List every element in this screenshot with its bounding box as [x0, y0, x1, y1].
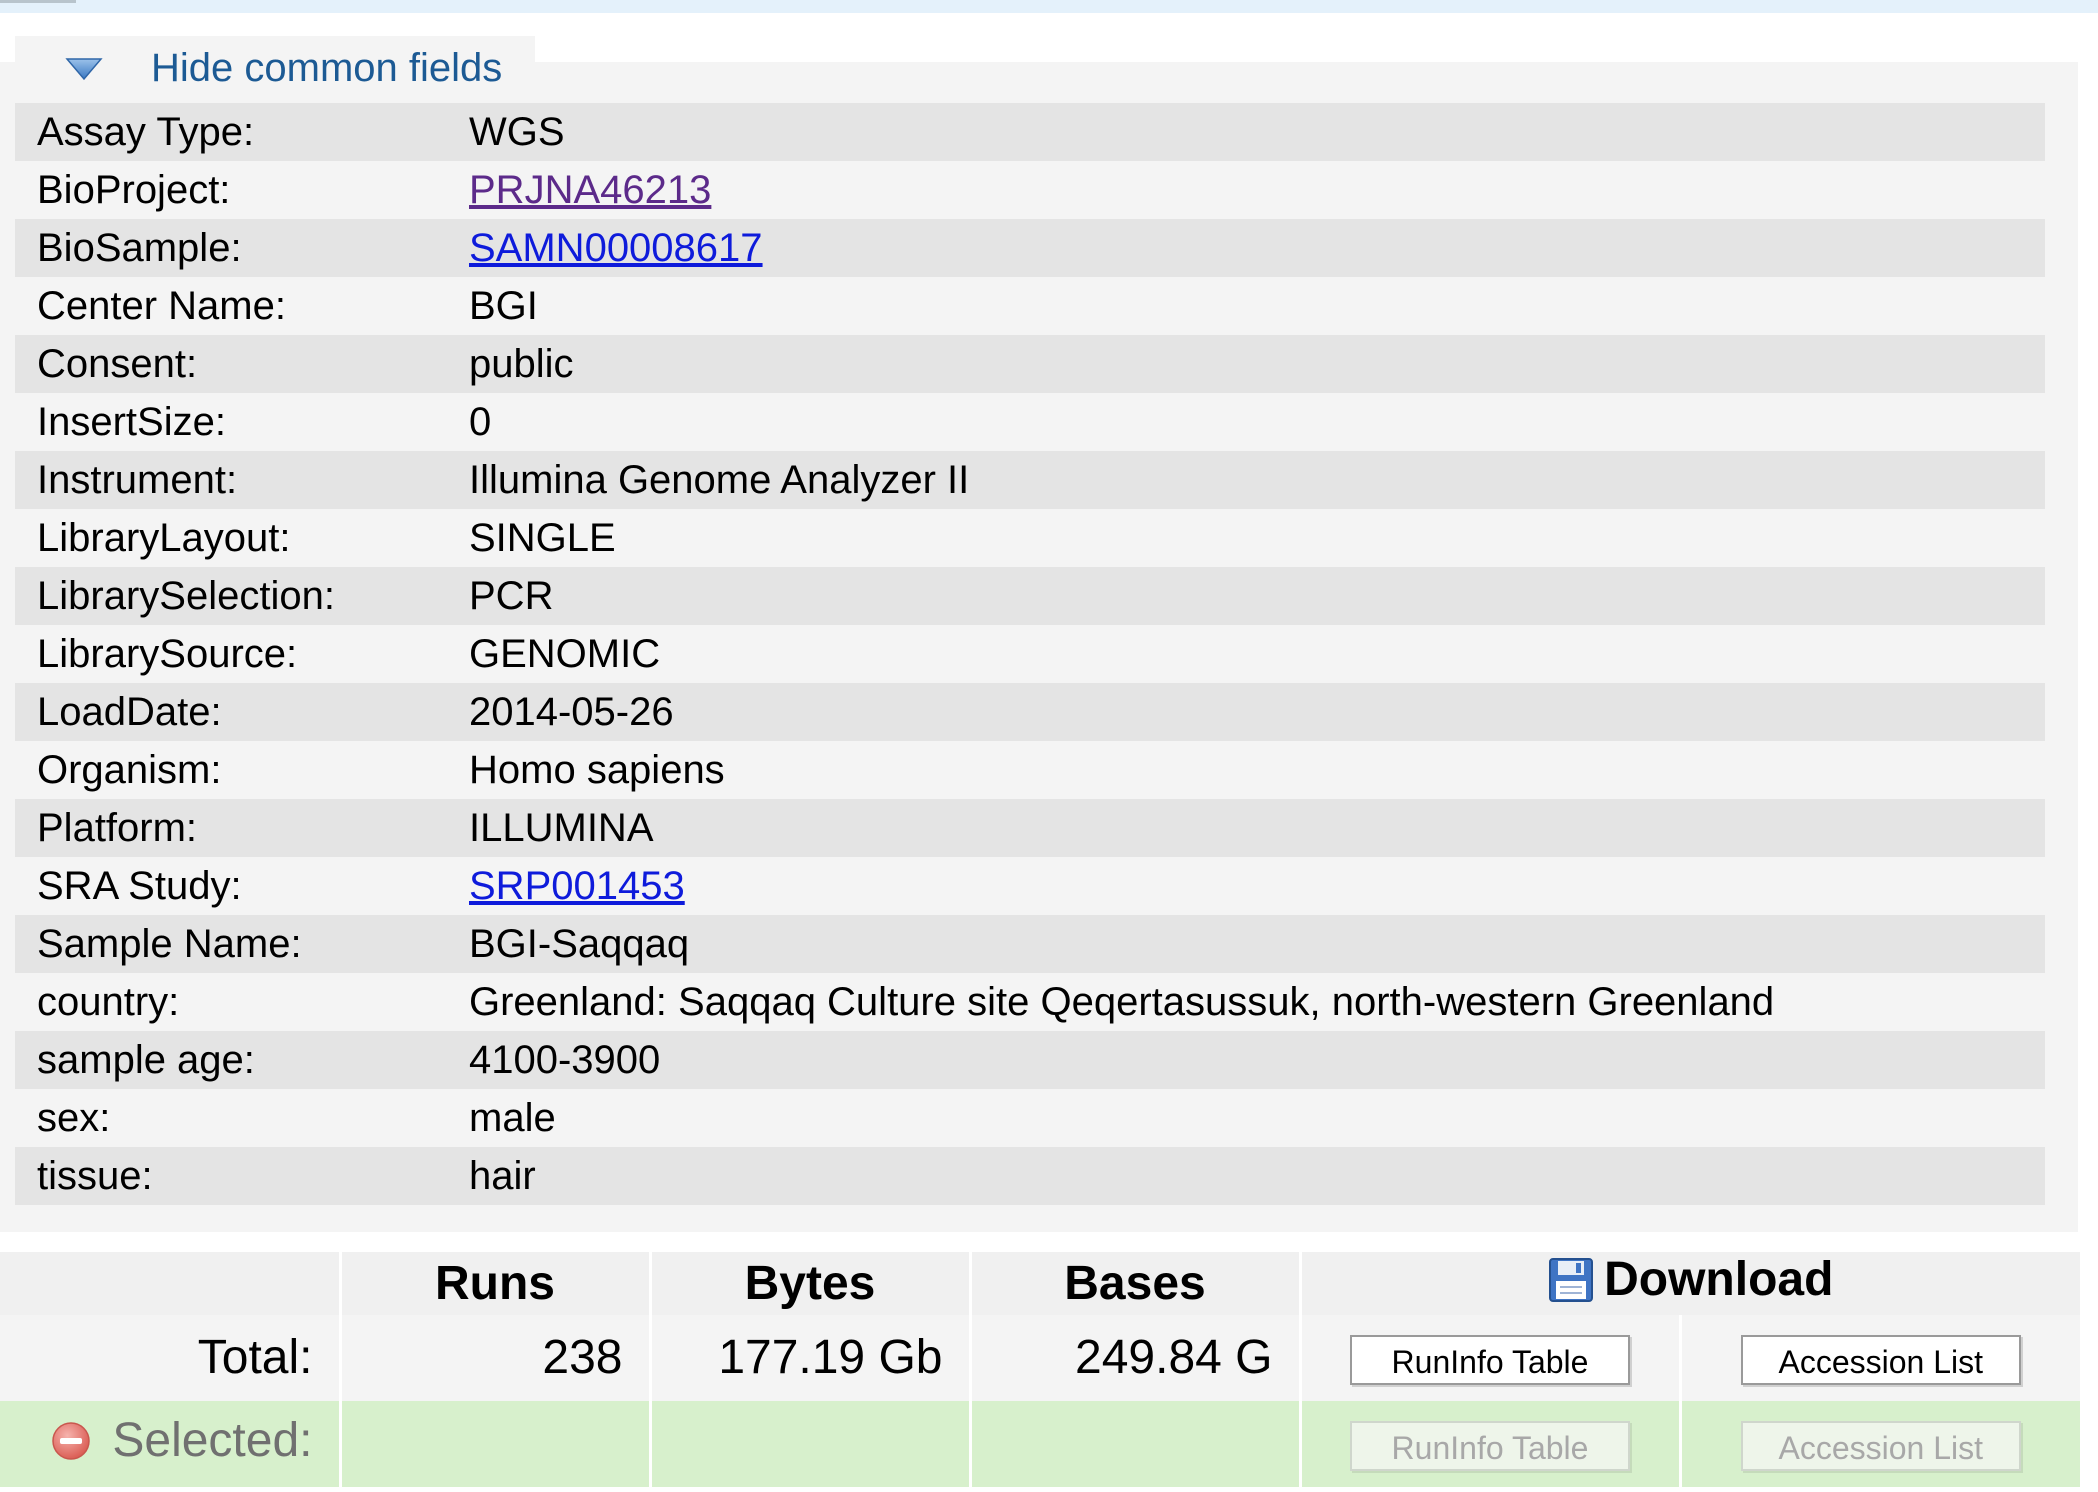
common-fields-table: Assay Type: WGS BioProject: PRJNA46213 BioSa… [15, 103, 2045, 1205]
field-label: sample age: [37, 1038, 255, 1082]
selected-accession-cell: Accession List [1678, 1400, 2080, 1487]
summary-header-row: Runs Bytes Bases Download [0, 1252, 2080, 1315]
field-value-cell: SAMN00008617 [469, 228, 763, 268]
field-value: BGI [469, 284, 538, 328]
field-row: Platform: ILLUMINA [15, 799, 2045, 857]
runs-header: Runs [338, 1252, 650, 1315]
summary-header-blank [0, 1252, 340, 1315]
field-label: LoadDate: [37, 690, 222, 734]
field-row: Assay Type: WGS [15, 103, 2045, 161]
field-value: PCR [469, 574, 554, 618]
download-header-label: Download [1604, 1253, 1834, 1306]
field-row: LoadDate: 2014-05-26 [15, 683, 2045, 741]
field-value-link[interactable]: SAMN00008617 [469, 226, 763, 270]
field-value: hair [469, 1154, 536, 1198]
total-accession-list-button[interactable]: Accession List [1740, 1335, 2021, 1385]
field-label: SRA Study: [37, 864, 242, 908]
total-runs: 238 [338, 1314, 650, 1401]
selected-label-cell: Selected: [0, 1401, 340, 1487]
total-label: Total: [197, 1331, 313, 1384]
field-value: BGI-Saqqaq [469, 922, 690, 966]
field-label: LibrarySource: [37, 632, 298, 676]
selected-runs [338, 1400, 650, 1487]
top-strip [0, 0, 2098, 13]
field-value: ILLUMINA [469, 806, 654, 850]
field-row: Instrument: Illumina Genome Analyzer II [15, 451, 2045, 509]
selected-accession-list-button[interactable]: Accession List [1740, 1421, 2021, 1471]
selected-label: Selected: [112, 1414, 313, 1468]
field-value: public [469, 342, 574, 386]
field-label: country: [37, 980, 180, 1024]
total-runinfo-table-button[interactable]: RunInfo Table [1350, 1335, 1630, 1385]
selected-row: Selected: RunInfo Table Accession List [0, 1400, 2080, 1487]
field-row: sample age: 4100-3900 [15, 1031, 2045, 1089]
field-value: 0 [469, 400, 492, 444]
top-strip-tab [0, 0, 76, 3]
selected-bytes [648, 1400, 970, 1487]
hide-common-fields-label: Hide common fields [151, 46, 503, 90]
field-value: 4100-3900 [469, 1038, 661, 1082]
clear-selection-icon[interactable] [50, 1420, 92, 1462]
field-value: WGS [469, 110, 565, 154]
field-row: tissue: hair [15, 1147, 2045, 1205]
download-header: Download [1298, 1252, 2080, 1315]
field-value: Greenland: Saqqaq Culture site Qeqertasu… [469, 980, 1775, 1024]
field-row: InsertSize: 0 [15, 393, 2045, 451]
total-row: Total: 238 177.19 Gb 249.84 G RunInfo Ta… [0, 1314, 2080, 1401]
field-label: Instrument: [37, 458, 238, 502]
field-row: LibrarySelection: PCR [15, 567, 2045, 625]
field-label: Organism: [37, 748, 222, 792]
selected-runinfo-table-button[interactable]: RunInfo Table [1350, 1421, 1630, 1471]
field-label: Assay Type: [37, 110, 255, 154]
field-label: LibrarySelection: [37, 574, 335, 618]
field-value: Illumina Genome Analyzer II [469, 458, 970, 502]
total-accession-cell: Accession List [1678, 1314, 2080, 1401]
field-row: LibrarySource: GENOMIC [15, 625, 2045, 683]
floppy-disk-icon [1549, 1257, 1594, 1302]
selected-runinfo-cell: RunInfo Table [1298, 1400, 1680, 1487]
hide-common-fields-toggle[interactable]: Hide common fields [15, 36, 535, 100]
field-label: sex: [37, 1096, 111, 1140]
field-row: BioSample: SAMN00008617 [15, 219, 2045, 277]
field-value: 2014-05-26 [469, 690, 674, 734]
bytes-header: Bytes [648, 1252, 970, 1315]
field-row: BioProject: PRJNA46213 [15, 161, 2045, 219]
field-label: Center Name: [37, 284, 286, 328]
field-row: Sample Name: BGI-Saqqaq [15, 915, 2045, 973]
field-label: InsertSize: [37, 400, 226, 444]
total-bases: 249.84 G [968, 1314, 1300, 1401]
total-bytes: 177.19 Gb [648, 1314, 970, 1401]
field-label: tissue: [37, 1154, 153, 1198]
field-value: Homo sapiens [469, 748, 725, 792]
field-label: LibraryLayout: [37, 516, 291, 560]
field-label: Sample Name: [37, 922, 302, 966]
field-row: country: Greenland: Saqqaq Culture site Q… [15, 973, 2045, 1031]
field-label: BioProject: [37, 168, 231, 212]
field-value-cell: SRP001453 [469, 866, 685, 906]
field-value: GENOMIC [469, 632, 661, 676]
bases-header: Bases [968, 1252, 1300, 1315]
field-value-link[interactable]: SRP001453 [469, 864, 685, 908]
run-summary-table: Runs Bytes Bases Download Total: 238 177… [0, 1252, 2080, 1487]
triangle-down-icon [65, 58, 103, 81]
field-label: Consent: [37, 342, 198, 386]
field-row: sex: male [15, 1089, 2045, 1147]
total-runinfo-cell: RunInfo Table [1298, 1314, 1680, 1401]
selected-bases [968, 1400, 1300, 1487]
field-row: SRA Study: SRP001453 [15, 857, 2045, 915]
field-value-link[interactable]: PRJNA46213 [469, 168, 711, 212]
field-row: Organism: Homo sapiens [15, 741, 2045, 799]
field-label: Platform: [37, 806, 198, 850]
field-value: male [469, 1096, 556, 1140]
field-value-cell: PRJNA46213 [469, 170, 711, 210]
field-row: Center Name: BGI [15, 277, 2045, 335]
field-row: Consent: public [15, 335, 2045, 393]
field-value: SINGLE [469, 516, 616, 560]
field-label: BioSample: [37, 226, 242, 270]
field-row: LibraryLayout: SINGLE [15, 509, 2045, 567]
